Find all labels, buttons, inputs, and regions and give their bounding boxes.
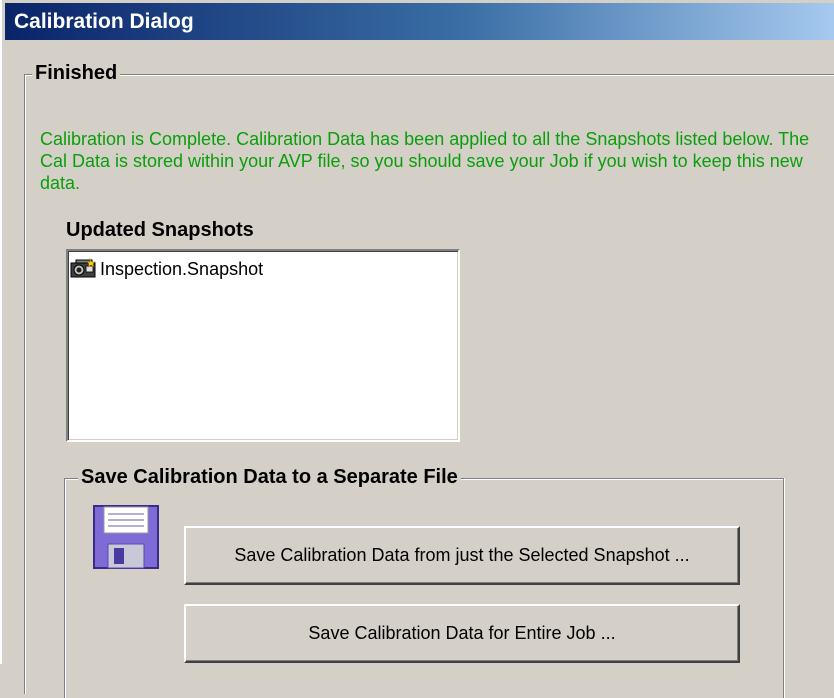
save-selected-snapshot-button[interactable]: Save Calibration Data from just the Sele… [184,526,740,585]
save-group-legend: Save Calibration Data to a Separate File [78,463,461,491]
calibration-dialog: Calibration Dialog Finished Calibration … [0,0,834,698]
save-calibration-groupbox [64,478,784,698]
updated-snapshots-label: Updated Snapshots [66,219,254,241]
updated-snapshots-list[interactable]: Inspection.Snapshot [66,249,460,442]
calibration-complete-message: Calibration is Complete. Calibration Dat… [40,129,810,193]
camera-icon [70,258,96,278]
window-title: Calibration Dialog [14,10,194,33]
finished-group-legend: Finished [32,60,121,86]
save-entire-job-button[interactable]: Save Calibration Data for Entire Job ... [184,604,740,663]
snapshot-name: Inspection.Snapshot [100,258,264,279]
title-bar[interactable]: Calibration Dialog [5,3,834,40]
list-item[interactable]: Inspection.Snapshot [70,257,263,281]
floppy-disk-icon [93,505,159,569]
